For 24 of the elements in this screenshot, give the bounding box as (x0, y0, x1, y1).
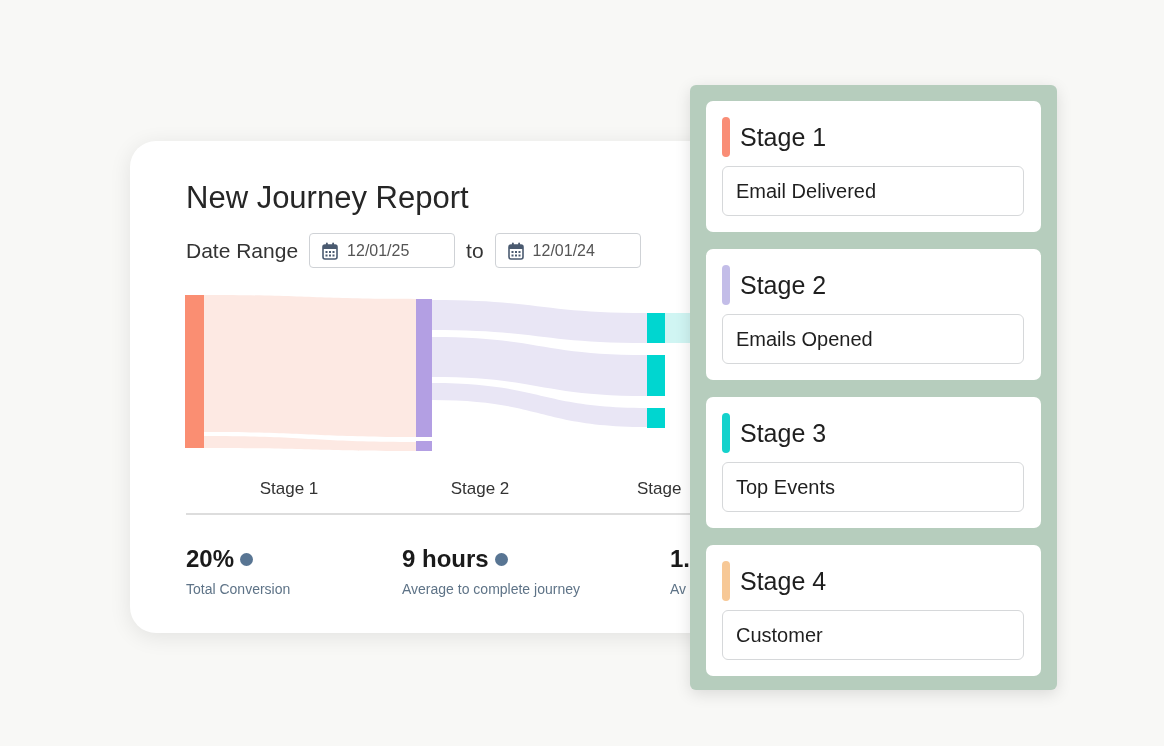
stage-axis-label: Stage 2 (450, 478, 510, 500)
stage-axis-label: Stage 1 (259, 478, 319, 500)
stat-value: 1. (670, 545, 690, 573)
stage-event-field[interactable]: Emails Opened (722, 314, 1024, 364)
stage-axis-label: Stage (637, 478, 682, 500)
report-title: New Journey Report (186, 179, 469, 217)
stat-value: 9 hours (402, 545, 489, 573)
stage-title: Stage 1 (740, 122, 827, 152)
stage-event-field[interactable]: Customer (722, 610, 1024, 660)
stat-label: Av (670, 581, 687, 597)
date-separator: to (466, 238, 484, 263)
stat-label: Total Conversion (186, 581, 291, 597)
calendar-icon (322, 241, 339, 260)
date-field[interactable]: 12/01/25 (309, 233, 456, 268)
calendar-icon (507, 241, 524, 260)
stage-event-field[interactable]: Top Events (722, 462, 1024, 512)
stage-title: Stage 3 (740, 418, 827, 448)
stage-title: Stage 4 (740, 566, 827, 596)
stat-value: 20% (186, 545, 235, 573)
date-range-label: Date Range (186, 238, 299, 263)
stage-event-field[interactable]: Email Delivered (722, 166, 1024, 216)
date-field[interactable]: 12/01/24 (494, 233, 641, 268)
stat-label: Average to complete journey (402, 581, 580, 597)
stage-title: Stage 2 (740, 270, 827, 300)
